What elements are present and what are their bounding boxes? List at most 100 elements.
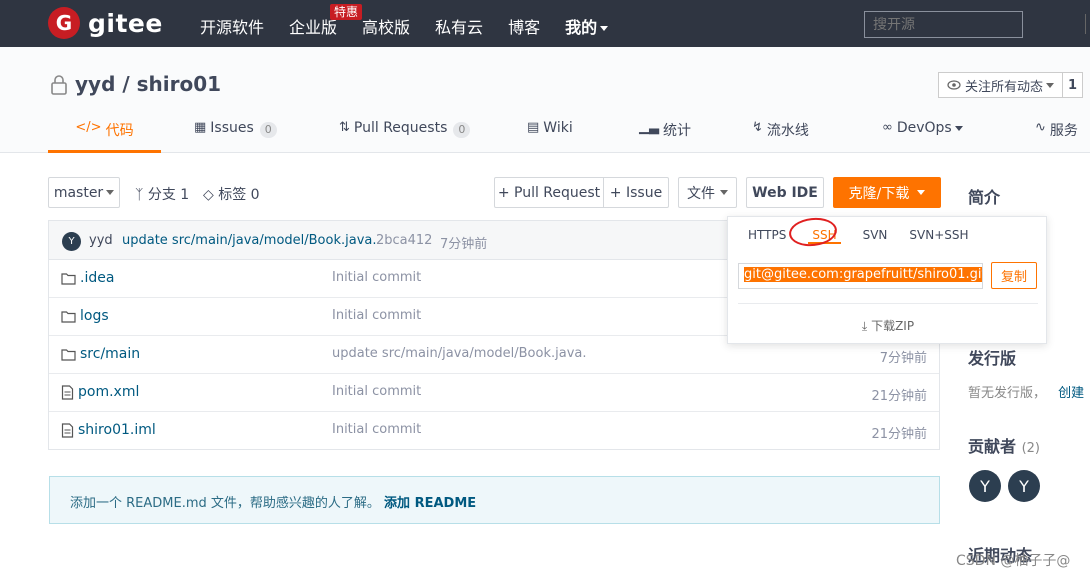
pull-request-button[interactable]: + Pull Request [494, 177, 604, 208]
chevron-down-icon [106, 190, 115, 195]
gitee-logo-text: gitee [88, 8, 163, 38]
file-commit-message[interactable]: update src/main/java/model/Book.java. [332, 346, 587, 361]
download-icon: ⤓ [861, 319, 868, 333]
contributors-label: 贡献者 [968, 437, 1017, 456]
chevron-down-icon [600, 26, 609, 31]
tab-svn[interactable]: SVN [863, 228, 888, 244]
chevron-down-icon [954, 126, 963, 131]
tab-code[interactable]: </> 代码 [48, 120, 161, 153]
tab-pipeline-label: 流水线 [766, 123, 809, 139]
copy-button[interactable]: 复制 [991, 262, 1037, 289]
folder-icon [61, 348, 76, 361]
file-commit-message[interactable]: Initial commit [332, 308, 421, 323]
tags-link[interactable]: ◇ 标签 0 [203, 184, 260, 204]
chevron-down-icon [917, 190, 926, 195]
nav-mine[interactable]: 我的 [565, 14, 609, 38]
commit-author[interactable]: yyd [89, 233, 113, 248]
file-name-label: logs [80, 308, 109, 324]
clone-panel: HTTPS SSH SVN SVN+SSH git@gitee.com:grap… [727, 216, 1047, 344]
clone-download-label: 克隆/下载 [848, 185, 910, 202]
file-commit-message[interactable]: Initial commit [332, 422, 421, 437]
file-commit-time: 21分钟前 [871, 389, 927, 404]
repo-header: yyd / shiro01 关注所有动态 1 </> 代码 ▦ Issues 0… [0, 47, 1090, 153]
branch-select[interactable]: master [48, 177, 120, 208]
clone-protocol-tabs: HTTPS SSH SVN SVN+SSH [748, 228, 991, 244]
table-row[interactable]: shiro01.iml Initial commit 21分钟前 [49, 412, 939, 450]
file-menu-button[interactable]: 文件 [678, 177, 737, 208]
nav-open-source[interactable]: 开源软件 [200, 14, 264, 38]
clone-download-button[interactable]: 克隆/下载 [833, 177, 941, 208]
file-commit-message[interactable]: Initial commit [332, 270, 421, 285]
avatar[interactable]: Y [62, 232, 81, 251]
watch-button[interactable]: 关注所有动态 1 [938, 72, 1083, 98]
tab-issues[interactable]: ▦ Issues 0 [194, 120, 277, 153]
hot-badge: 特惠 [330, 4, 363, 20]
nav-education[interactable]: 高校版 [362, 14, 410, 38]
top-navbar: G gitee 开源软件 企业版 特惠 高校版 私有云 博客 我的 [0, 0, 1090, 47]
file-name[interactable]: shiro01.iml [61, 422, 156, 438]
releases-heading: 发行版 [968, 349, 1017, 368]
tab-pull-requests[interactable]: ⇅ Pull Requests 0 [339, 120, 471, 153]
avatar[interactable]: Y [969, 470, 1001, 502]
nav-blog[interactable]: 博客 [508, 14, 540, 38]
table-row[interactable]: pom.xml Initial commit 21分钟前 [49, 374, 939, 412]
branches-link[interactable]: ᛉ 分支 1 [135, 184, 189, 204]
tab-https[interactable]: HTTPS [748, 228, 786, 244]
gitee-logo[interactable]: G gitee [48, 7, 163, 39]
tab-devops[interactable]: ∞ DevOps [882, 120, 963, 153]
branch-icon: ᛉ [135, 187, 144, 203]
commit-time: 7分钟前 [440, 237, 488, 252]
clone-url-field[interactable]: git@gitee.com:grapefruitt/shiro01.git [738, 263, 983, 289]
divider [1085, 14, 1086, 34]
avatar[interactable]: Y [1008, 470, 1040, 502]
main-nav: 开源软件 企业版 特惠 高校版 私有云 博客 我的 [200, 4, 633, 38]
tab-services[interactable]: ∿ 服务 [1035, 120, 1078, 153]
intro-heading: 简介 [968, 188, 1001, 207]
repo-tabs: </> 代码 ▦ Issues 0 ⇅ Pull Requests 0 ▤ Wi… [0, 120, 1090, 153]
repo-title[interactable]: yyd / shiro01 [75, 72, 221, 96]
file-name[interactable]: pom.xml [61, 384, 139, 400]
divider [738, 303, 1038, 304]
tab-services-label: 服务 [1049, 123, 1078, 139]
create-release-link[interactable]: 创建 [1058, 386, 1084, 401]
nav-enterprise[interactable]: 企业版 特惠 [289, 4, 363, 38]
branches-label: 分支 1 [147, 187, 190, 203]
tab-svn-ssh[interactable]: SVN+SSH [909, 228, 968, 244]
contributors-heading: 贡献者 (2) [968, 433, 1040, 457]
contributors-count: (2) [1021, 441, 1041, 456]
file-name[interactable]: logs [61, 308, 109, 324]
tab-stats-label: 统计 [663, 123, 691, 139]
add-readme-link[interactable]: 添加 README [384, 496, 476, 511]
clone-url: git@gitee.com:grapefruitt/shiro01.git [744, 267, 982, 282]
file-name-label: shiro01.iml [78, 422, 156, 438]
tab-pipeline[interactable]: ↯ 流水线 [752, 120, 809, 153]
tab-pull-requests-label: Pull Requests [353, 120, 448, 136]
bar-chart-icon: ▁▃ [639, 120, 659, 135]
no-release-text: 暂无发行版， [968, 386, 1047, 401]
readme-notice: 添加一个 README.md 文件，帮助感兴趣的人了解。 添加 README [49, 476, 940, 524]
folder-icon [61, 310, 76, 323]
file-commit-time: 21分钟前 [871, 427, 927, 442]
releases-info: 暂无发行版， 创建 [968, 382, 1084, 401]
commit-hash[interactable]: 2bca412 [376, 233, 432, 248]
new-issue-button[interactable]: + Issue [603, 177, 669, 208]
search-input[interactable] [864, 11, 1023, 38]
readme-text: 添加一个 README.md 文件，帮助感兴趣的人了解。 [70, 496, 380, 511]
file-name-label: .idea [80, 270, 115, 286]
download-zip-button[interactable]: ⤓ 下载ZIP [728, 317, 1048, 334]
code-icon: </> [75, 120, 102, 135]
lock-icon [51, 75, 67, 95]
commit-message[interactable]: update src/main/java/model/Book.java. [122, 233, 377, 248]
tab-wiki-label: Wiki [543, 120, 573, 136]
web-ide-button[interactable]: Web IDE [746, 177, 824, 208]
file-commit-message[interactable]: Initial commit [332, 384, 421, 399]
watermark: CSDN @柚子子@ [956, 553, 1071, 569]
services-icon: ∿ [1035, 120, 1046, 135]
tags-label: 标签 0 [218, 187, 260, 203]
tab-wiki[interactable]: ▤ Wiki [527, 120, 573, 153]
nav-private-cloud[interactable]: 私有云 [435, 14, 483, 38]
file-name[interactable]: src/main [61, 346, 140, 362]
file-name[interactable]: .idea [61, 270, 114, 286]
pull-request-icon: ⇅ [339, 120, 350, 135]
tab-stats[interactable]: ▁▃ 统计 [639, 120, 691, 153]
